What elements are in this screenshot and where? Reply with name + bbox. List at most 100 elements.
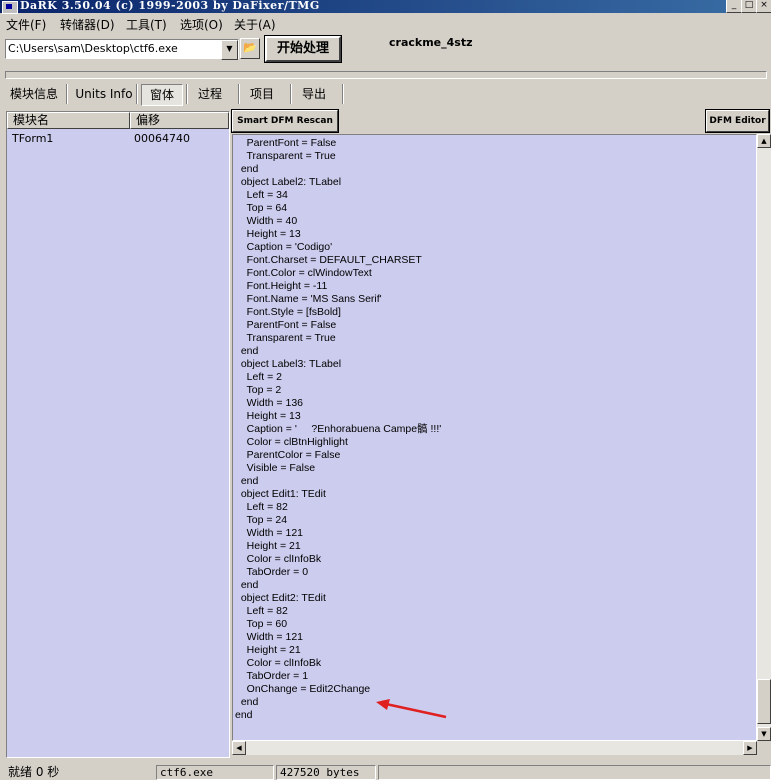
tab-module-info[interactable]: 模块信息 xyxy=(6,84,62,104)
dfm-code-line: Width = 121 xyxy=(235,631,303,643)
tab-procedures[interactable]: 过程 xyxy=(192,84,228,104)
dfm-code-line: Font.Height = -11 xyxy=(235,280,328,292)
maximize-button[interactable]: □ xyxy=(741,0,757,13)
dfm-code-line: object Label2: TLabel xyxy=(235,176,342,188)
dfm-code-line: Top = 2 xyxy=(235,384,282,396)
file-path-combo[interactable]: C:\Users\sam\Desktop\ctf6.exe ▼ xyxy=(5,39,239,60)
scroll-right-icon[interactable]: ▶ xyxy=(743,741,757,755)
dfm-text-view[interactable]: ParentFont = False Transparent = True en… xyxy=(232,134,757,741)
minimize-button[interactable]: _ xyxy=(726,0,742,13)
tab-exports[interactable]: 导出 xyxy=(296,84,332,104)
dfm-editor-button[interactable]: DFM Editor xyxy=(705,109,770,133)
progress-bar xyxy=(5,71,767,79)
scroll-up-icon[interactable]: ▲ xyxy=(757,134,771,148)
dfm-code-line: end xyxy=(235,579,259,591)
column-header-module-name[interactable]: 模块名 xyxy=(7,112,130,129)
dfm-code-line: end xyxy=(235,709,253,721)
dfm-code-line: Left = 82 xyxy=(235,501,288,513)
arrow-head xyxy=(376,699,390,710)
scroll-thumb[interactable] xyxy=(757,679,771,724)
tab-separator xyxy=(66,84,68,104)
dfm-code-line: Color = clInfoBk xyxy=(235,553,322,565)
menu-bar: 文件(F) 转储器(D) 工具(T) 选项(O) 关于(A) xyxy=(0,13,771,33)
dfm-code-line: Height = 21 xyxy=(235,644,301,656)
dfm-code-line: object Label3: TLabel xyxy=(235,358,342,370)
dfm-code-line: ParentFont = False xyxy=(235,137,337,149)
dfm-code-line: OnChange = Edit2Change xyxy=(235,683,371,695)
chevron-down-icon[interactable]: ▼ xyxy=(221,40,238,60)
tab-separator xyxy=(290,84,292,104)
row-offset: 00064740 xyxy=(134,132,190,145)
vertical-scrollbar[interactable]: ▲ ▼ xyxy=(757,134,771,741)
dfm-code-line: Width = 136 xyxy=(235,397,303,409)
dfm-code-line: Left = 2 xyxy=(235,371,282,383)
dfm-code-line: end xyxy=(235,475,259,487)
status-size: 427520 bytes xyxy=(276,765,376,780)
target-name: crackme_4stz xyxy=(389,36,473,49)
dfm-code-line: Font.Name = 'MS Sans Serif' xyxy=(235,293,382,305)
forms-list[interactable]: 模块名 偏移 TForm1 00064740 xyxy=(6,111,230,758)
menu-options[interactable]: 选项(O) xyxy=(180,16,223,33)
column-header-offset[interactable]: 偏移 xyxy=(130,112,229,129)
scroll-down-icon[interactable]: ▼ xyxy=(757,727,771,741)
tab-forms[interactable]: 窗体 xyxy=(141,84,183,106)
open-folder-button[interactable]: 📂 xyxy=(240,38,260,59)
smart-dfm-rescan-button[interactable]: Smart DFM Rescan xyxy=(231,109,339,133)
dfm-code-line: Top = 60 xyxy=(235,618,288,630)
folder-open-icon: 📂 xyxy=(243,41,257,54)
tab-units-info[interactable]: Units Info xyxy=(74,84,134,104)
menu-tools[interactable]: 工具(T) xyxy=(126,16,167,33)
menu-file[interactable]: 文件(F) xyxy=(6,16,46,33)
dfm-code-line: Left = 82 xyxy=(235,605,288,617)
status-bar: 就绪 0 秒 ctf6.exe 427520 bytes xyxy=(0,762,771,780)
dfm-code-line: Visible = False xyxy=(235,462,316,474)
tab-separator xyxy=(186,84,188,104)
tab-project[interactable]: 项目 xyxy=(244,84,280,104)
dfm-code-line: Color = clInfoBk xyxy=(235,657,322,669)
tab-strip: 模块信息 Units Info 窗体 过程 项目 导出 xyxy=(0,82,771,106)
dfm-code-line: TabOrder = 0 xyxy=(235,566,309,578)
tab-separator xyxy=(136,84,138,104)
arrow-shaft xyxy=(385,702,447,719)
dfm-code-line: end xyxy=(235,163,259,175)
window-title: DaRK 3.50.04 (c) 1999-2003 by DaFixer/TM… xyxy=(20,0,320,12)
file-path-value: C:\Users\sam\Desktop\ctf6.exe xyxy=(8,42,178,55)
dfm-code-line: end xyxy=(235,345,259,357)
menu-dumper[interactable]: 转储器(D) xyxy=(60,16,115,33)
status-extra xyxy=(378,765,771,780)
dfm-code-line: Width = 121 xyxy=(235,527,303,539)
horizontal-scrollbar[interactable]: ◀ ▶ xyxy=(232,741,757,755)
dfm-code-line: Font.Charset = DEFAULT_CHARSET xyxy=(235,254,422,266)
dfm-code-line: TabOrder = 1 xyxy=(235,670,309,682)
annotation-arrow xyxy=(376,699,447,719)
status-state: 就绪 0 秒 xyxy=(8,765,60,779)
scroll-left-icon[interactable]: ◀ xyxy=(232,741,246,755)
dfm-code-line: Top = 64 xyxy=(235,202,288,214)
dfm-code-line: Left = 34 xyxy=(235,189,288,201)
dfm-code-line: end xyxy=(235,696,259,708)
dfm-code-line: ParentColor = False xyxy=(235,449,341,461)
close-button[interactable]: × xyxy=(756,0,771,13)
dfm-code-line: Height = 13 xyxy=(235,410,301,422)
menu-about[interactable]: 关于(A) xyxy=(234,16,276,33)
dfm-code-line: Caption = 'Codigo' xyxy=(235,241,333,253)
dfm-code-line: Caption = ' ?Enhorabuena Campe髇 !!!' xyxy=(235,423,442,435)
dfm-code-line: object Edit2: TEdit xyxy=(235,592,326,604)
dfm-code-line: Height = 13 xyxy=(235,228,301,240)
dfm-code-line: Height = 21 xyxy=(235,540,301,552)
title-bar[interactable]: DaRK 3.50.04 (c) 1999-2003 by DaFixer/TM… xyxy=(0,0,771,14)
tab-separator xyxy=(238,84,240,104)
dfm-code-line: Font.Color = clWindowText xyxy=(235,267,372,279)
dfm-code-line: object Edit1: TEdit xyxy=(235,488,326,500)
dfm-code-line: Width = 40 xyxy=(235,215,298,227)
dfm-code-line: Color = clBtnHighlight xyxy=(235,436,348,448)
dfm-code-line: ParentFont = False xyxy=(235,319,337,331)
dfm-code-line: Transparent = True xyxy=(235,332,336,344)
start-process-button[interactable]: 开始处理 xyxy=(264,35,342,63)
status-file: ctf6.exe xyxy=(156,765,274,780)
dfm-code-line: Top = 24 xyxy=(235,514,288,526)
tab-separator xyxy=(342,84,344,104)
dfm-code-line: Font.Style = [fsBold] xyxy=(235,306,341,318)
dfm-code-line: Transparent = True xyxy=(235,150,336,162)
row-module-name: TForm1 xyxy=(12,132,54,145)
